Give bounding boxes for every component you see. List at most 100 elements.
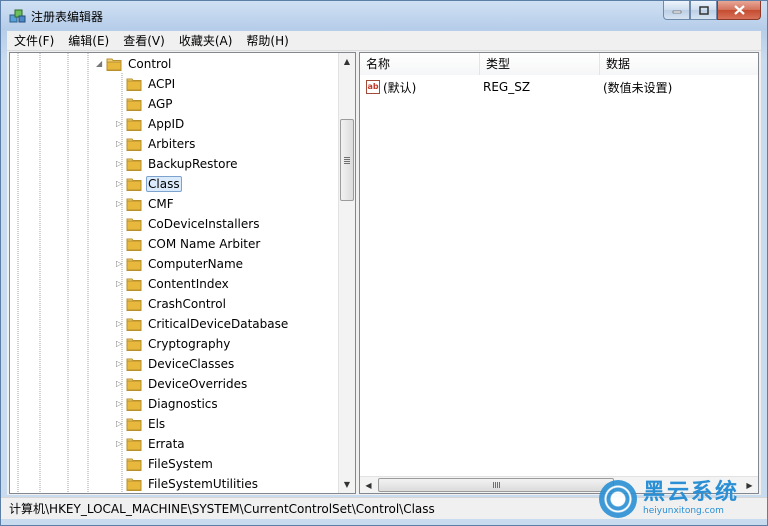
maximize-icon	[698, 5, 709, 15]
tree-node[interactable]: ▷ Arbiters	[116, 134, 197, 154]
tree-node-label: ACPI	[148, 77, 176, 91]
menu-help[interactable]: 帮助(H)	[239, 32, 295, 50]
expand-icon[interactable]: ▷	[116, 279, 126, 289]
tree-node-label: AGP	[148, 97, 173, 111]
tree-node[interactable]: ▷ Class	[116, 174, 182, 194]
title-bar[interactable]: 注册表编辑器	[1, 1, 767, 31]
tree-node[interactable]: AGP	[116, 94, 175, 114]
tree-node[interactable]: ACPI	[116, 74, 177, 94]
expand-icon[interactable]: ▷	[116, 199, 126, 209]
tree-node[interactable]: CrashControl	[116, 294, 228, 314]
regedit-icon	[9, 9, 26, 23]
scroll-left-icon[interactable]: ◀	[360, 477, 377, 493]
scroll-up-icon[interactable]: ▲	[339, 53, 355, 70]
folder-icon	[126, 457, 142, 471]
value-data: (数值未设置)	[603, 80, 673, 95]
tree-node[interactable]: ▷ Diagnostics	[116, 394, 220, 414]
watermark-logo-icon	[599, 480, 637, 518]
menu-favorites[interactable]: 收藏夹(A)	[172, 32, 240, 50]
folder-icon	[126, 97, 142, 111]
minimize-button[interactable]	[663, 1, 690, 20]
tree-node[interactable]: ▷ CMF	[116, 194, 176, 214]
tree-node-label: Els	[148, 417, 166, 431]
folder-icon	[126, 117, 142, 131]
folder-icon	[126, 217, 142, 231]
folder-icon	[126, 337, 142, 351]
expand-icon[interactable]: ▷	[116, 319, 126, 329]
tree-node[interactable]: ▷ Errata	[116, 434, 187, 454]
expand-icon[interactable]: ▷	[116, 399, 126, 409]
tree-node[interactable]: ▷ DeviceOverrides	[116, 374, 249, 394]
tree-node[interactable]: ▷ AppID	[116, 114, 186, 134]
folder-icon	[126, 177, 142, 191]
expand-icon[interactable]: ▷	[116, 139, 126, 149]
tree-vertical-scrollbar[interactable]: ▲ ▼	[338, 53, 355, 493]
tree-node-label: CMF	[148, 197, 174, 211]
tree-node-label: COM Name Arbiter	[148, 237, 261, 251]
list-item[interactable]: ab (默认) REG_SZ (数值未设置)	[360, 77, 758, 97]
tree-node[interactable]: COM Name Arbiter	[116, 234, 262, 254]
tree-node-label: Arbiters	[148, 137, 196, 151]
tree-node-label: CrashControl	[148, 297, 226, 311]
list-scroll-thumb[interactable]	[378, 478, 614, 492]
tree-node-label: ContentIndex	[148, 277, 229, 291]
menu-edit[interactable]: 编辑(E)	[61, 32, 116, 50]
tree-label-control: Control	[128, 57, 172, 71]
tree-node[interactable]: ▷ Cryptography	[116, 334, 232, 354]
no-expand-spacer	[116, 239, 126, 249]
tree-node-label: BackupRestore	[148, 157, 238, 171]
expand-icon[interactable]: ▷	[116, 359, 126, 369]
values-list[interactable]: 名称 类型 数据 ab (默认) REG_SZ (数值未设置) ◀ ▶	[359, 52, 759, 494]
scroll-down-icon[interactable]: ▼	[339, 476, 355, 493]
column-type[interactable]: 类型	[480, 53, 600, 75]
close-icon	[733, 5, 745, 15]
expand-icon[interactable]: ▷	[116, 379, 126, 389]
tree-node-label: DeviceClasses	[148, 357, 235, 371]
folder-icon	[126, 297, 142, 311]
tree-node-label: Cryptography	[148, 337, 231, 351]
no-expand-spacer	[116, 299, 126, 309]
expand-icon[interactable]: ▷	[116, 439, 126, 449]
tree-node[interactable]: FileSystem	[116, 454, 215, 474]
tree-scroll-thumb[interactable]	[340, 119, 354, 201]
expand-icon[interactable]: ▷	[116, 339, 126, 349]
close-button[interactable]	[717, 1, 761, 20]
client-area: ◢ Control ACPI AGP ▷ AppID ▷ Arbiters ▷ BackupR…	[7, 51, 761, 495]
tree-node-label: FileSystemUtilities	[148, 477, 258, 491]
tree-node[interactable]: FileSystemUtilities	[116, 474, 260, 493]
tree-node-label: CriticalDeviceDatabase	[148, 317, 289, 331]
tree-node[interactable]: CoDeviceInstallers	[116, 214, 261, 234]
tree-node[interactable]: ▷ ComputerName	[116, 254, 245, 274]
folder-icon	[126, 197, 142, 211]
menu-view[interactable]: 查看(V)	[116, 32, 172, 50]
expand-icon[interactable]: ▷	[116, 119, 126, 129]
value-type: REG_SZ	[483, 80, 531, 94]
folder-icon	[126, 477, 142, 491]
tree-node[interactable]: ▷ DeviceClasses	[116, 354, 236, 374]
tree-node-control[interactable]: ◢ Control	[96, 54, 173, 74]
tree-node[interactable]: ▷ ContentIndex	[116, 274, 231, 294]
expand-icon[interactable]: ▷	[116, 159, 126, 169]
expand-icon[interactable]: ▷	[116, 419, 126, 429]
folder-icon	[126, 277, 142, 291]
status-path: 计算机\HKEY_LOCAL_MACHINE\SYSTEM\CurrentCon…	[9, 502, 435, 516]
regedit-window: 注册表编辑器 文件(F) 编辑(E) 查看(V) 收藏夹(A) 帮助(H) ◢ …	[0, 0, 768, 526]
tree-node[interactable]: ▷ Els	[116, 414, 167, 434]
tree-node[interactable]: ▷ CriticalDeviceDatabase	[116, 314, 290, 334]
maximize-button[interactable]	[690, 1, 717, 20]
registry-tree[interactable]: ◢ Control ACPI AGP ▷ AppID ▷ Arbiters ▷ BackupR…	[9, 52, 356, 494]
no-expand-spacer	[116, 99, 126, 109]
string-value-icon: ab	[366, 80, 380, 94]
collapse-icon[interactable]: ◢	[96, 59, 106, 69]
caption-buttons	[663, 1, 761, 21]
column-data[interactable]: 数据	[600, 53, 758, 75]
no-expand-spacer	[116, 219, 126, 229]
tree-node-label: CoDeviceInstallers	[148, 217, 260, 231]
column-name[interactable]: 名称	[360, 53, 480, 75]
folder-icon	[126, 377, 142, 391]
tree-node[interactable]: ▷ BackupRestore	[116, 154, 240, 174]
folder-open-icon	[106, 57, 122, 71]
expand-icon[interactable]: ▷	[116, 179, 126, 189]
expand-icon[interactable]: ▷	[116, 259, 126, 269]
menu-file[interactable]: 文件(F)	[7, 32, 61, 50]
